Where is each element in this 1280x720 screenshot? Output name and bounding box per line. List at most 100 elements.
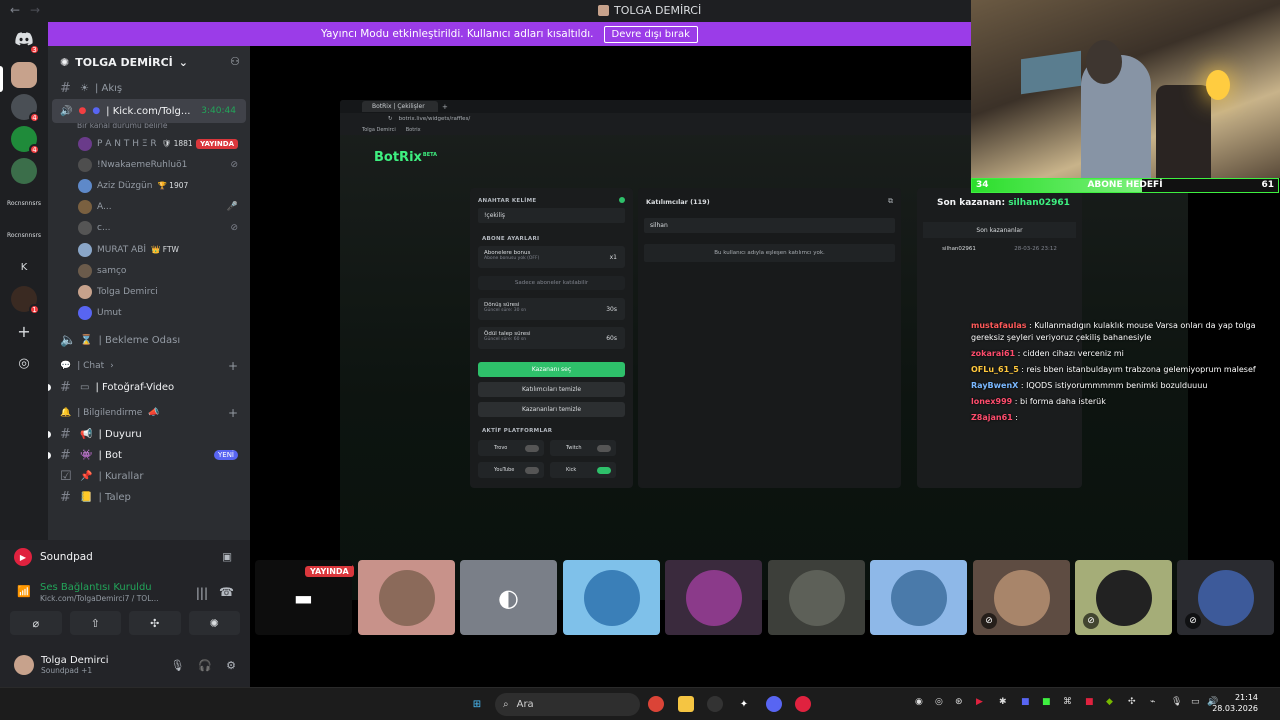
tray-icon[interactable]: ◉ [915,697,923,707]
clear-participants-button[interactable]: Katılımcıları temizle [478,382,625,397]
microphone-icon[interactable]: 🎙 [1171,697,1182,707]
new-tab-icon[interactable]: + [442,103,448,111]
usb-icon[interactable]: ⌁ [1150,697,1155,707]
user-tile[interactable] [768,560,865,635]
soundpad-taskbar-icon[interactable] [795,696,811,712]
discord-home-icon[interactable]: 3 [11,26,40,55]
start-icon[interactable]: ⊞ [469,696,485,712]
taskbar-clock[interactable]: 21:14 28.03.2026 [1212,693,1258,715]
app-icon[interactable] [707,696,723,712]
server-icon-4[interactable] [11,158,37,184]
platform-youtube[interactable]: YouTube [478,462,544,478]
back-arrow-icon[interactable]: ← [10,3,20,17]
voice-member[interactable]: A... 🎤 [48,197,250,218]
reload-icon[interactable]: ↻ [388,116,393,122]
channel-feed[interactable]: # ☀ | Akış [48,78,250,99]
channel-photo-video[interactable]: # ▭ | Fotoğraf-Video [48,377,250,398]
disable-streamer-mode-button[interactable]: Devre dışı bırak [603,25,698,43]
user-tile[interactable]: ⊘ [973,560,1070,635]
sub-bonus-select[interactable]: x1 [610,254,617,261]
platform-kick[interactable]: Kick [550,462,616,478]
server-letter-k[interactable]: K [11,254,37,280]
app-icon[interactable]: ✦ [736,696,752,712]
disconnect-icon[interactable]: ☎ [219,585,234,599]
camera-off-button[interactable]: ⌀ [10,611,62,635]
voice-member[interactable]: c... ⊘ [48,218,250,239]
activity-toggle-icon[interactable]: ▣ [222,551,232,563]
copy-icon[interactable]: ⧉ [888,197,893,206]
settings-gear-icon[interactable]: ⚙ [226,659,236,672]
subs-only-toggle[interactable]: Sadece aboneler katılabilir [478,276,625,290]
voice-member[interactable]: Tolga Demirci [48,281,250,302]
duration-row[interactable]: Dönüş süresi Güncel süre: 30 sn 30s [478,298,625,320]
voice-member[interactable]: MURAT ABİ 👑 FTW [48,239,250,260]
user-tile[interactable] [870,560,967,635]
channel-request[interactable]: # 📒 | Talep [48,487,250,508]
pick-winner-button[interactable]: Kazananı seç [478,362,625,377]
tray-icon[interactable]: ⌘ [1063,697,1072,707]
tray-icon[interactable]: ■ [1042,697,1051,707]
server-text-1[interactable]: Rocnsnnsrs [6,200,42,207]
channel-rules[interactable]: ☑ 📌 | Kurallar [48,466,250,487]
server-icon-5[interactable]: 1 [11,286,40,315]
chrome-icon[interactable] [648,696,664,712]
browser-tab[interactable]: BotRix | Çekilişler [362,101,438,112]
voice-member[interactable]: Umut [48,303,250,324]
file-explorer-icon[interactable] [678,696,694,712]
channel-announce[interactable]: # 📢 | Duyuru [48,424,250,445]
headphones-icon[interactable]: 🎧 [198,659,212,672]
network-icon[interactable]: ▭ [1191,697,1200,707]
server-tolga-demirci[interactable] [11,62,37,88]
category-chat[interactable]: 💬 | Chat › + [48,355,250,377]
server-icon-3[interactable]: 4 [11,126,40,155]
toggle[interactable] [597,444,611,452]
discord-taskbar-icon[interactable] [766,696,782,712]
claim-row[interactable]: Ödül talep süresi Güncel süre: 60 sn 60s [478,327,625,349]
avatar[interactable] [14,655,34,675]
add-channel-icon[interactable]: + [228,359,238,373]
tray-icon[interactable]: ◎ [935,697,943,707]
toggle[interactable] [525,444,539,452]
noise-suppression-icon[interactable]: ||| [196,586,208,600]
voice-member[interactable]: P A N T H Ξ R 🛡 1881 YAYINDA [48,133,250,154]
steam-icon[interactable]: ⊛ [955,697,963,707]
toggle[interactable] [525,466,539,474]
clear-winners-button[interactable]: Kazananları temizle [478,402,625,417]
add-member-icon[interactable]: ⚇ [230,55,240,68]
claim-select[interactable]: 60s [606,335,617,342]
tray-icon[interactable]: ■ [1021,697,1030,707]
voice-member[interactable]: !NwakaemeRuhluö1 ⊘ [48,154,250,175]
microphone-icon[interactable]: 🎙 [170,659,184,672]
soundpad-header[interactable]: ▶ Soundpad ▣ [0,540,250,574]
keyword-input[interactable]: !çekiliş [478,208,625,223]
user-tile[interactable] [358,560,455,635]
activities-button[interactable]: ✣ [129,611,181,635]
user-tile[interactable] [665,560,762,635]
duration-select[interactable]: 30s [606,306,617,313]
taskbar-search[interactable]: ⌕ Ara [495,693,640,716]
tray-icon[interactable]: ✣ [1128,697,1136,707]
voice-member[interactable]: Aziz Düzgün 🏆 1907 [48,175,250,196]
user-tile[interactable]: ◐ [460,560,557,635]
server-text-2[interactable]: Rocnsnnsrs [6,232,42,239]
platform-trovo[interactable]: Trovo [478,440,544,456]
user-tile[interactable]: ⊘ [1177,560,1274,635]
soundboard-button[interactable]: ✺ [188,611,240,635]
user-tile[interactable] [563,560,660,635]
nvidia-icon[interactable]: ◆ [1106,697,1113,707]
add-server-icon[interactable]: + [11,318,37,344]
tray-icon[interactable]: ✱ [999,697,1007,707]
screen-share-button[interactable]: ⇧ [69,611,121,635]
sub-bonus-row[interactable]: Abonelere bonus Abone bonusu yok (OFF) x… [478,246,625,268]
participant-search-input[interactable]: silhan [644,218,895,233]
tray-icon[interactable]: ■ [1085,697,1094,707]
user-tile[interactable]: ⊘ [1075,560,1172,635]
channel-bot[interactable]: # 👾 | Bot YENİ [48,445,250,466]
tray-icon[interactable]: ▶ [976,697,983,707]
forward-arrow-icon[interactable]: → [30,3,40,17]
server-icon-2[interactable]: 4 [11,94,40,123]
voice-channel-waiting[interactable]: 🔈 ⌛ | Bekleme Odası [48,330,250,351]
voice-channel-kick[interactable]: 🔊 ● ● | Kick.com/Tolg... 3:40:44 [52,99,246,123]
toggle[interactable] [597,466,611,474]
server-header[interactable]: ✺ TOLGA DEMİRCİ ⌄ ⚇ [48,46,250,78]
